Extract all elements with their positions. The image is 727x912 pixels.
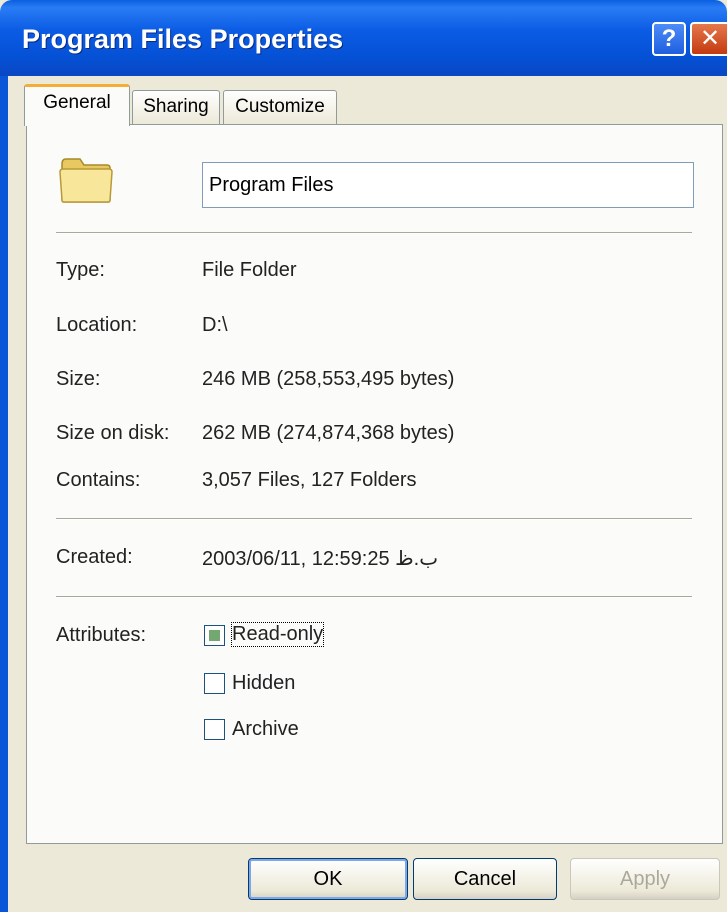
apply-button[interactable]: Apply [570, 858, 720, 900]
hidden-label[interactable]: Hidden [232, 672, 295, 695]
type-value: File Folder [202, 259, 297, 281]
title-bar[interactable]: Program Files Properties ? ✕ [0, 0, 727, 76]
ok-button[interactable]: OK [248, 858, 408, 900]
archive-checkbox[interactable] [204, 719, 225, 740]
location-value: D:\ [202, 314, 228, 336]
tab-customize[interactable]: Customize [223, 90, 337, 124]
read-only-label[interactable]: Read-only [230, 622, 325, 647]
location-label: Location: [56, 314, 138, 336]
window-frame [0, 76, 8, 912]
divider [56, 518, 692, 520]
size-on-disk-label: Size on disk: [56, 422, 170, 444]
created-label: Created: [56, 546, 133, 568]
size-label: Size: [56, 368, 101, 390]
folder-name-input[interactable]: Program Files [202, 162, 694, 208]
divider [56, 232, 692, 234]
contains-value: 3,057 Files, 127 Folders [202, 469, 417, 491]
tab-sharing[interactable]: Sharing [132, 90, 220, 124]
properties-dialog: Program Files Properties ? ✕ General Sha… [0, 0, 727, 912]
tab-general[interactable]: General [24, 84, 130, 126]
read-only-checkbox[interactable] [204, 625, 225, 646]
attributes-label: Attributes: [56, 624, 147, 646]
archive-label[interactable]: Archive [232, 718, 299, 741]
type-label: Type: [56, 259, 105, 281]
divider [56, 596, 692, 598]
folder-icon [59, 158, 113, 203]
hidden-checkbox[interactable] [204, 673, 225, 694]
cancel-button[interactable]: Cancel [413, 858, 557, 900]
created-value: 2003/06/11, 12:59:25 ب.ظ [202, 548, 439, 570]
window-title: Program Files Properties [22, 24, 344, 54]
contains-label: Contains: [56, 469, 141, 491]
help-button[interactable]: ? [652, 22, 686, 56]
size-value: 246 MB (258,553,495 bytes) [202, 368, 455, 390]
size-on-disk-value: 262 MB (274,874,368 bytes) [202, 422, 455, 444]
close-button[interactable]: ✕ [690, 22, 727, 56]
close-icon: ✕ [699, 25, 721, 52]
help-icon: ? [661, 25, 677, 52]
